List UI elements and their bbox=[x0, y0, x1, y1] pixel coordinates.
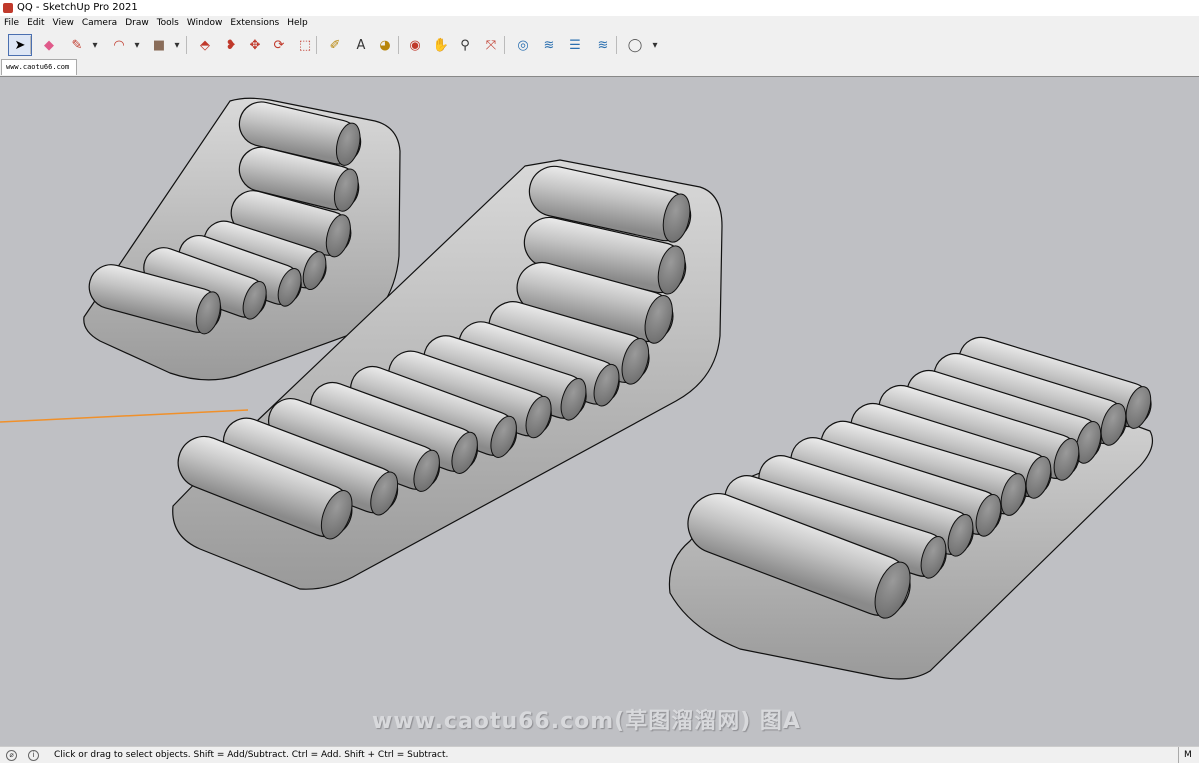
scale-icon[interactable]: ⬚ bbox=[294, 34, 316, 56]
menu-camera[interactable]: Camera bbox=[78, 16, 121, 31]
tape-measure-icon[interactable]: ✐ bbox=[324, 34, 346, 56]
menu-tools[interactable]: Tools bbox=[153, 16, 183, 31]
pencil-icon[interactable]: ✎ bbox=[66, 34, 88, 56]
toolbar-separator bbox=[398, 36, 399, 54]
lounger-flat[interactable] bbox=[668, 332, 1156, 680]
measurements-label: M bbox=[1178, 747, 1199, 763]
zoom-extents-icon[interactable]: ⤧ bbox=[480, 34, 502, 56]
rectangle-dropdown-icon[interactable]: ▾ bbox=[172, 34, 182, 56]
menu-view[interactable]: View bbox=[49, 16, 78, 31]
toolbar-separator bbox=[30, 36, 31, 54]
menu-file[interactable]: File bbox=[0, 16, 23, 31]
status-message: Click or drag to select objects. Shift =… bbox=[54, 750, 449, 760]
menu-window[interactable]: Window bbox=[183, 16, 227, 31]
account-icon[interactable]: ◯ bbox=[624, 34, 646, 56]
follow-me-icon[interactable]: ❥ bbox=[220, 34, 242, 56]
arc-icon[interactable]: ◠ bbox=[108, 34, 130, 56]
eraser-icon[interactable]: ◆ bbox=[38, 34, 60, 56]
layout-send-icon[interactable]: ☰ bbox=[564, 34, 586, 56]
select-icon[interactable]: ➤ bbox=[8, 34, 32, 56]
text-icon[interactable]: A bbox=[350, 34, 372, 56]
info-icon[interactable]: i bbox=[28, 750, 39, 761]
account-dropdown-icon[interactable]: ▾ bbox=[650, 34, 660, 56]
arc-dropdown-icon[interactable]: ▾ bbox=[132, 34, 142, 56]
toolbar-separator bbox=[616, 36, 617, 54]
3d-warehouse-icon[interactable]: ◎ bbox=[512, 34, 534, 56]
status-bar: ⌀ i Click or drag to select objects. Shi… bbox=[0, 746, 1199, 763]
geolocation-icon[interactable]: ⌀ bbox=[6, 750, 17, 761]
toolbar-separator bbox=[504, 36, 505, 54]
paint-bucket-icon[interactable]: ◕ bbox=[374, 34, 396, 56]
menu-draw[interactable]: Draw bbox=[121, 16, 153, 31]
window-title: QQ - SketchUp Pro 2021 bbox=[17, 2, 138, 13]
toolbar-separator bbox=[186, 36, 187, 54]
zoom-icon[interactable]: ⚲ bbox=[454, 34, 476, 56]
menu-edit[interactable]: Edit bbox=[23, 16, 48, 31]
pencil-dropdown-icon[interactable]: ▾ bbox=[90, 34, 100, 56]
pan-icon[interactable]: ✋ bbox=[430, 34, 452, 56]
push-pull-icon[interactable]: ⬘ bbox=[194, 34, 216, 56]
menu-help[interactable]: Help bbox=[283, 16, 312, 31]
orbit-icon[interactable]: ◉ bbox=[404, 34, 426, 56]
menu-extensions[interactable]: Extensions bbox=[226, 16, 283, 31]
extension-warehouse-icon[interactable]: ≋ bbox=[538, 34, 560, 56]
scene-tab-bar: www.caotu66.com bbox=[0, 59, 1199, 76]
red-axis-line bbox=[0, 409, 249, 423]
toolbar-separator bbox=[316, 36, 317, 54]
move-icon[interactable]: ✥ bbox=[244, 34, 266, 56]
watermark-text: www.caotu66.com(草图溜溜网) 图A bbox=[372, 709, 801, 734]
rotate-icon[interactable]: ⟳ bbox=[268, 34, 290, 56]
extension-manager-icon[interactable]: ≋ bbox=[592, 34, 614, 56]
sketchup-app-icon bbox=[3, 3, 13, 13]
main-toolbar: ➤ ◆ ✎ ▾ ◠ ▾ ■ ▾ ⬘ ❥ ✥ ⟳ ⬚ ✐ A ◕ ◉ ✋ ⚲ ⤧ ◎ ≋ ☰ ≋ ◯ ▾ bbox=[0, 31, 1199, 59]
rectangle-icon[interactable]: ■ bbox=[148, 34, 170, 56]
model-canvas bbox=[0, 97, 1156, 680]
menu-bar: File Edit View Camera Draw Tools Window Extensi… bbox=[0, 16, 1199, 31]
title-bar: QQ - SketchUp Pro 2021 bbox=[0, 0, 1199, 16]
model-viewport[interactable] bbox=[0, 76, 1199, 747]
scene-tab[interactable]: www.caotu66.com bbox=[1, 59, 77, 75]
